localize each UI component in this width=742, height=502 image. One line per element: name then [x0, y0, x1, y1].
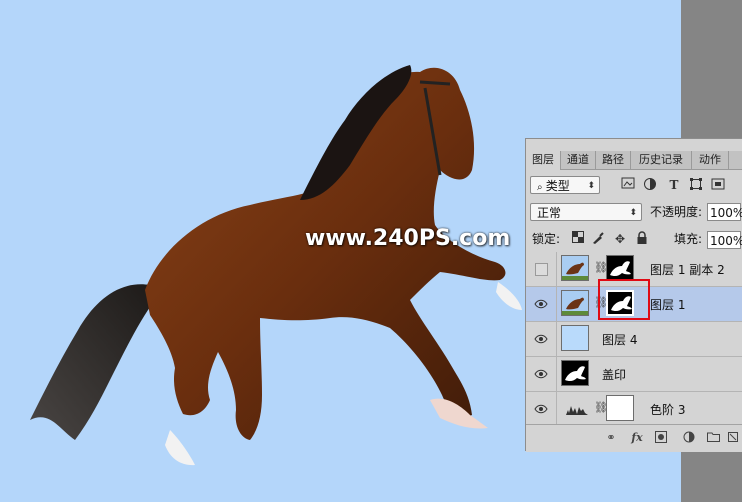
- new-layer-icon[interactable]: [726, 431, 740, 445]
- layers-panel-footer: ⚭ fx: [526, 424, 742, 452]
- eye-icon: [534, 369, 548, 379]
- panel-tab-strip: 图层 通道 路径 历史记录 动作: [526, 151, 742, 170]
- layer-name[interactable]: 色阶 3: [650, 401, 685, 418]
- tab-channels[interactable]: 通道: [561, 151, 596, 169]
- type-filter-icon[interactable]: T: [666, 177, 682, 193]
- opacity-input[interactable]: 100%: [707, 203, 742, 221]
- tab-actions[interactable]: 动作: [692, 151, 729, 169]
- visibility-off-box: [535, 263, 548, 276]
- lock-transparent-icon[interactable]: [570, 231, 586, 247]
- add-mask-icon[interactable]: [654, 431, 668, 445]
- image-filter-icon[interactable]: [620, 177, 636, 193]
- blend-mode-select[interactable]: 正常 ⬍: [530, 203, 642, 221]
- watermark-text: www.240PS.com: [305, 226, 511, 251]
- visibility-toggle[interactable]: [526, 322, 557, 356]
- fill-input[interactable]: 100%: [707, 231, 742, 249]
- visibility-toggle[interactable]: [526, 287, 557, 321]
- shape-filter-icon[interactable]: [688, 177, 704, 193]
- tab-paths[interactable]: 路径: [596, 151, 631, 169]
- layer-row[interactable]: ⛓ 色阶 3: [526, 392, 742, 427]
- adjustment-filter-icon[interactable]: [642, 177, 658, 193]
- layer-thumbnail[interactable]: [561, 360, 589, 386]
- link-layers-icon[interactable]: ⚭: [604, 431, 618, 445]
- eye-icon: [534, 334, 548, 344]
- blend-mode-value: 正常: [537, 206, 562, 220]
- tab-layers[interactable]: 图层: [526, 151, 561, 170]
- horse-tail: [30, 284, 155, 440]
- fx-icon[interactable]: fx: [630, 431, 644, 445]
- layer-thumbnail[interactable]: [561, 255, 589, 281]
- opacity-label: 不透明度:: [650, 205, 703, 219]
- visibility-toggle[interactable]: [526, 357, 557, 391]
- tab-history[interactable]: 历史记录: [631, 151, 692, 169]
- lock-image-icon[interactable]: [590, 231, 606, 247]
- lock-label: 锁定:: [532, 232, 561, 246]
- adjustment-layer-icon[interactable]: [682, 431, 696, 445]
- layer-mask-thumbnail[interactable]: [606, 395, 634, 421]
- eye-icon: [534, 404, 548, 414]
- panel-grip[interactable]: [526, 139, 742, 150]
- new-group-icon[interactable]: [706, 431, 720, 445]
- layer-name[interactable]: 图层 1 副本 2: [650, 261, 725, 278]
- blend-row: 正常 ⬍ 不透明度: 100%: [526, 200, 742, 224]
- lock-row: 锁定: ✥ 填充: 100%: [526, 228, 742, 252]
- layer-thumbnail[interactable]: [561, 325, 589, 351]
- fill-label: 填充:: [674, 232, 703, 246]
- lock-position-icon[interactable]: ✥: [612, 231, 628, 247]
- visibility-toggle[interactable]: [526, 252, 557, 286]
- search-icon: ⌕: [537, 182, 546, 193]
- lock-all-icon[interactable]: [634, 231, 650, 247]
- layer-thumbnail[interactable]: [561, 290, 589, 316]
- levels-adjustment-icon[interactable]: [566, 402, 588, 416]
- layer-name[interactable]: 盖印: [602, 366, 626, 383]
- chevron-updown-icon: ⬍: [629, 208, 637, 218]
- mask-highlight-outline: [598, 279, 650, 320]
- layer-mask-thumbnail[interactable]: [606, 255, 634, 281]
- link-chain-icon[interactable]: ⛓: [594, 261, 608, 275]
- visibility-toggle[interactable]: [526, 392, 557, 426]
- layer-name[interactable]: 图层 4: [602, 331, 637, 348]
- filter-row: ⌕ 类型 ⬍ T: [526, 173, 742, 197]
- eye-icon: [534, 299, 548, 309]
- layer-row[interactable]: 盖印: [526, 357, 742, 392]
- smart-object-filter-icon[interactable]: [710, 177, 726, 193]
- chevron-updown-icon: ⬍: [587, 181, 595, 191]
- filter-label: 类型: [545, 179, 570, 193]
- layer-name[interactable]: 图层 1: [650, 296, 685, 313]
- layer-filter-select[interactable]: ⌕ 类型 ⬍: [530, 176, 600, 194]
- horse-body: [145, 67, 506, 440]
- link-chain-icon[interactable]: ⛓: [594, 401, 608, 415]
- layer-row[interactable]: 图层 4: [526, 322, 742, 357]
